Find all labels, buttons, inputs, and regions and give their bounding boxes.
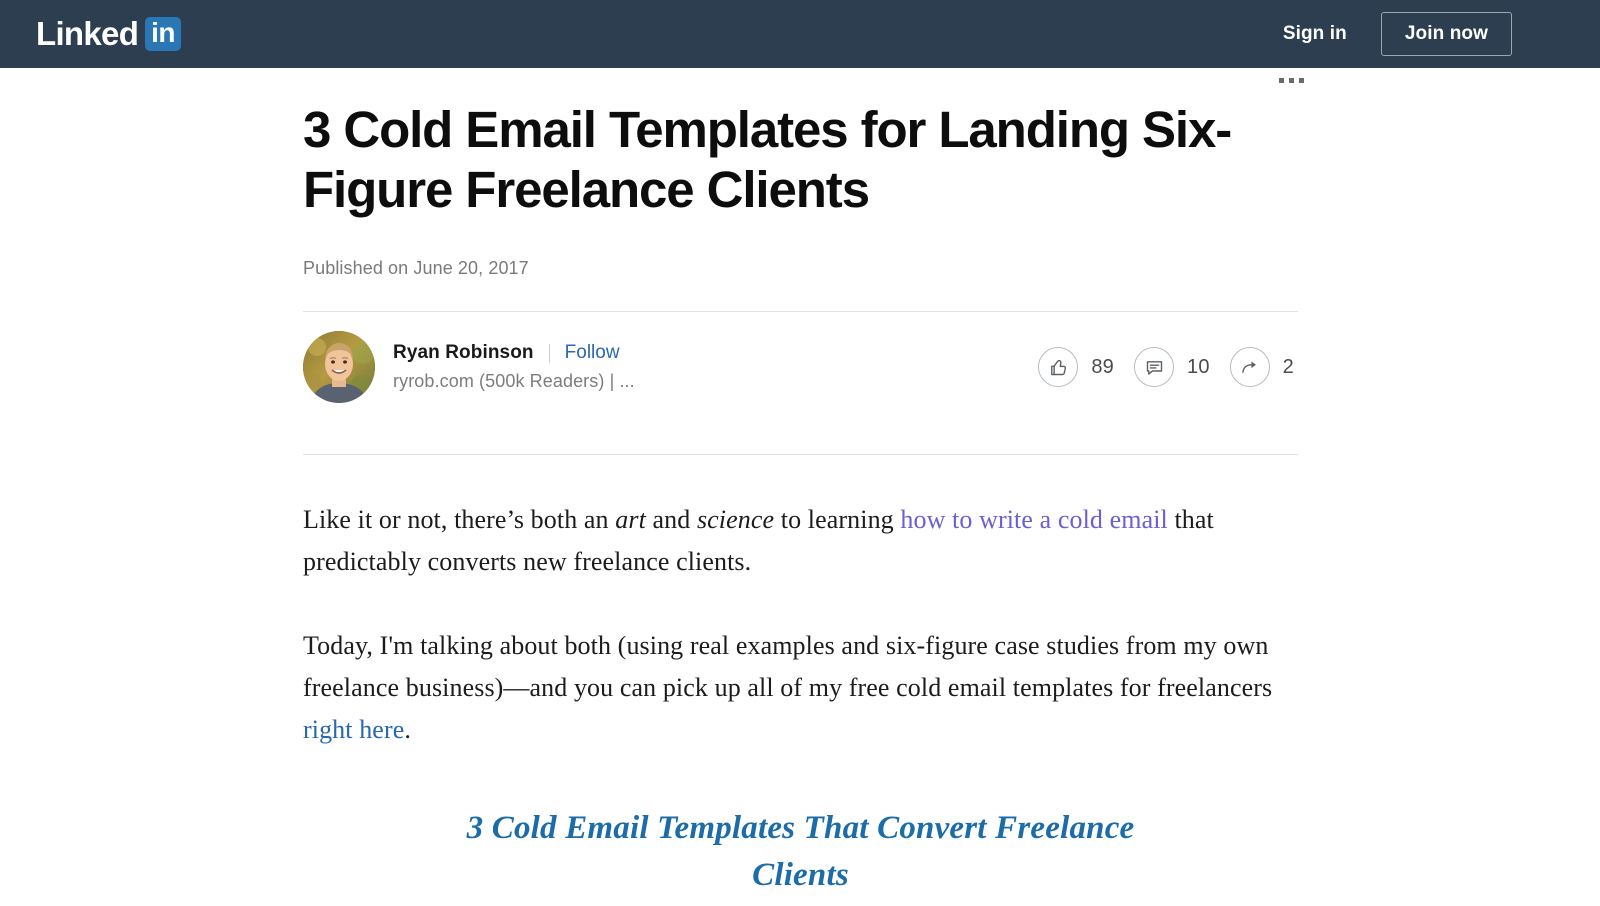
share-count: 2 [1282, 355, 1294, 378]
p1-emphasis-art: art [615, 505, 646, 535]
share-arrow-icon[interactable] [1229, 347, 1270, 388]
p1-text-2: and [645, 505, 697, 535]
like-count: 89 [1091, 355, 1115, 378]
more-options-icon[interactable] [1279, 78, 1304, 83]
right-here-link[interactable]: right here [303, 715, 404, 744]
p1-text-3: to learning [774, 505, 901, 535]
author-name: Ryan Robinson [393, 342, 534, 364]
nav-right-actions: Sign in Join now [1283, 12, 1512, 56]
dot-3 [1299, 78, 1304, 83]
published-date: Published on June 20, 2017 [303, 258, 529, 279]
engagement-bar: 89 10 2 [1038, 347, 1298, 388]
page-title: 3 Cold Email Templates for Landing Six-F… [303, 101, 1232, 219]
author-name-line: Ryan Robinson Follow [393, 342, 635, 364]
dot-1 [1279, 78, 1284, 83]
join-now-button[interactable]: Join now [1380, 12, 1512, 56]
p1-emphasis-science: science [696, 505, 775, 535]
linkedin-logo-badge: in [145, 17, 182, 51]
linkedin-logo[interactable]: Linked in [36, 15, 182, 53]
author-subtitle: ryrob.com (500k Readers) | ... [393, 371, 635, 392]
like-group: 89 [1038, 347, 1115, 388]
author-separator [548, 343, 550, 363]
paragraph-1: Like it or not, there’s both an art and … [303, 499, 1298, 583]
share-group: 2 [1229, 347, 1294, 388]
linkedin-logo-text: Linked [36, 15, 139, 52]
top-navigation-bar: Linked in Sign in Join now [0, 0, 1600, 68]
follow-link[interactable]: Follow [565, 342, 620, 364]
dot-2 [1289, 78, 1294, 83]
cold-email-guide-link[interactable]: how to write a cold email [900, 505, 1167, 534]
section-subheading: 3 Cold Email Templates That Convert Free… [466, 809, 1135, 893]
comment-count: 10 [1187, 355, 1210, 378]
p2-text-1: Today, I'm talking about both (using rea… [303, 630, 1273, 702]
author-row: Ryan Robinson Follow ryrob.com (500k Rea… [303, 312, 1298, 422]
comment-group: 10 [1134, 347, 1210, 388]
avatar[interactable] [303, 331, 375, 404]
article-container: 3 Cold Email Templates for Landing Six-F… [302, 68, 1304, 899]
paragraph-2: Today, I'm talking about both (using rea… [303, 625, 1298, 751]
thumbs-up-icon[interactable] [1038, 347, 1079, 388]
author-text-block: Ryan Robinson Follow ryrob.com (500k Rea… [393, 342, 635, 392]
article-body: Like it or not, there’s both an art and … [303, 455, 1298, 898]
author-info: Ryan Robinson Follow ryrob.com (500k Rea… [303, 331, 635, 404]
p2-text-2: . [404, 714, 411, 744]
sign-in-link[interactable]: Sign in [1283, 23, 1347, 45]
comment-bubble-icon[interactable] [1134, 347, 1175, 388]
article-page: 3 Cold Email Templates for Landing Six-F… [0, 68, 1600, 899]
p1-text-1: Like it or not, there’s both an [303, 505, 616, 535]
